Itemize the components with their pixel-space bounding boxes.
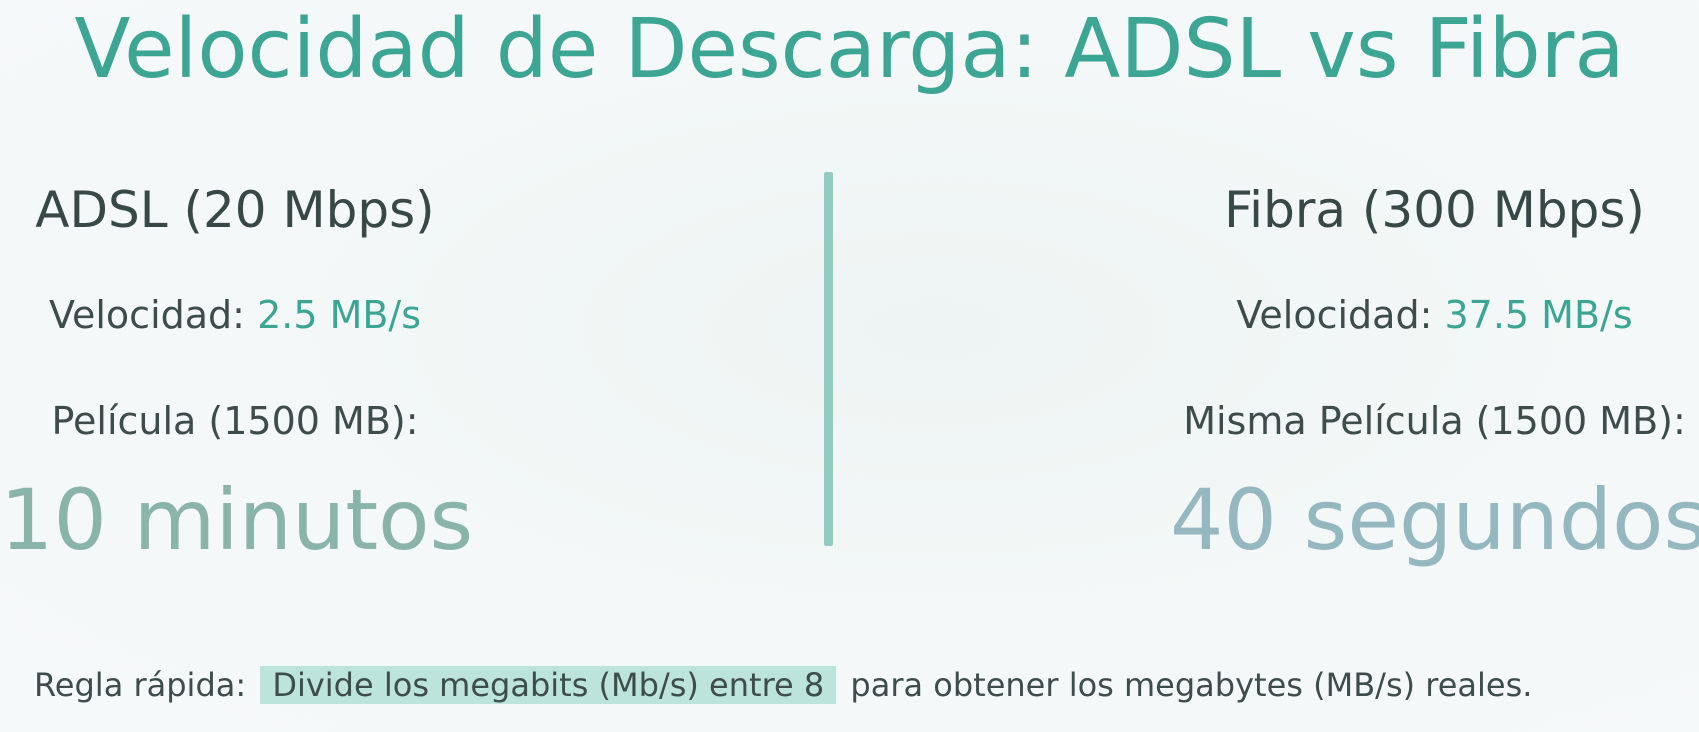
- column-divider: [824, 172, 833, 546]
- adsl-download-time: 10 minutos: [0, 471, 474, 569]
- adsl-movie-label: Película (1500 MB):: [51, 399, 419, 443]
- adsl-heading: ADSL (20 Mbps): [35, 181, 435, 239]
- adsl-speed-label: Velocidad:: [48, 293, 245, 337]
- fibra-movie-label: Misma Película (1500 MB):: [1183, 399, 1686, 443]
- fibra-speed-row: Velocidad: 37.5 MB/s: [1170, 292, 1699, 338]
- adsl-speed-value: 2.5 MB/s: [257, 293, 422, 337]
- quick-rule-suffix: para obtener los megabytes (MB/s) reales…: [850, 666, 1533, 704]
- fibra-speed-label: Velocidad:: [1236, 293, 1433, 337]
- quick-rule-prefix: Regla rápida:: [34, 666, 247, 704]
- fibra-speed-value: 37.5 MB/s: [1444, 293, 1633, 337]
- quick-rule-footer: Regla rápida: Divide los megabits (Mb/s)…: [34, 660, 1532, 710]
- fibra-download-time: 40 segundos: [1170, 471, 1699, 569]
- fibra-heading: Fibra (300 Mbps): [1224, 181, 1645, 239]
- quick-rule-highlight: Divide los megabits (Mb/s) entre 8: [260, 666, 837, 704]
- adsl-speed-row: Velocidad: 2.5 MB/s: [0, 292, 470, 338]
- page-title: Velocidad de Descarga: ADSL vs Fibra: [74, 2, 1625, 97]
